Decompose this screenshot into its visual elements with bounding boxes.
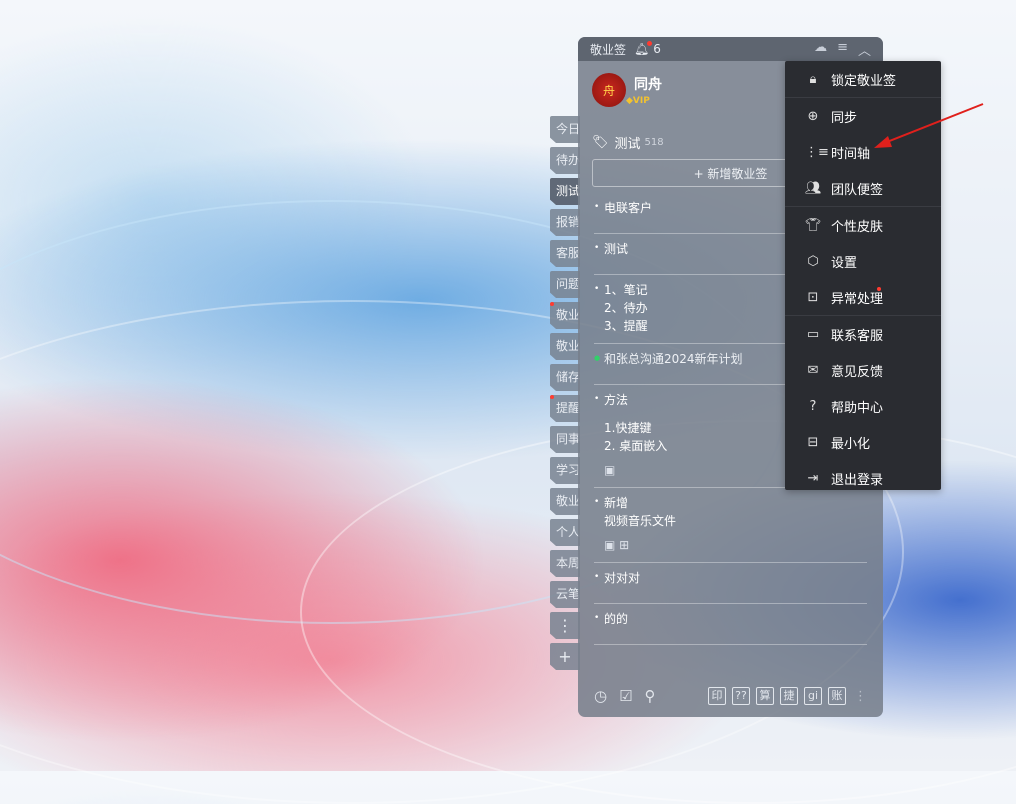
- side-tabs: 今日 待办 测试 报销 客服 问题 敬业 敬业 储存 提醒 同事 学习 敬业 个人 本周 云笔 ⋮ +: [550, 116, 580, 674]
- side-tab-3[interactable]: 报销: [550, 209, 580, 236]
- search-icon[interactable]: ⚲: [645, 687, 656, 705]
- more-icon[interactable]: ⋮: [854, 689, 867, 704]
- menu-item-label: 退出登录: [831, 472, 884, 488]
- tool-button-3[interactable]: 捷: [780, 687, 798, 705]
- menu-item-label: 最小化: [831, 436, 871, 452]
- help-icon: ?: [809, 398, 817, 414]
- tool-button-2[interactable]: 算: [756, 687, 774, 705]
- chevron-up-icon[interactable]: ︿: [858, 40, 871, 59]
- menu-item-label: 设置: [831, 255, 858, 271]
- sync-icon: ⊕: [807, 108, 819, 124]
- tool-button-0[interactable]: 印: [708, 687, 726, 705]
- menu-item-repair[interactable]: ⊡ 异常处理: [785, 279, 941, 315]
- bookmark-icon: 🏷︎: [592, 134, 609, 150]
- chat-icon: ▭: [806, 326, 820, 342]
- note-line: 的的: [604, 612, 629, 626]
- note-line: 新增: [604, 496, 629, 510]
- side-tab-12[interactable]: 敬业: [550, 488, 580, 515]
- user-name: 同舟: [634, 77, 662, 93]
- side-tab-9[interactable]: 提醒: [550, 395, 580, 422]
- minimize-icon: ⊟: [807, 434, 819, 450]
- side-tab-13[interactable]: 个人: [550, 519, 580, 546]
- menu-item-minimize[interactable]: ⊟ 最小化: [785, 424, 941, 460]
- panel-footer: ◷ ☑ ⚲ 印?? 算捷 gi 账 ⋮: [578, 675, 883, 717]
- menu-item-help[interactable]: ? 帮助中心: [785, 388, 941, 424]
- menu-item-label: 锁定敬业签: [831, 73, 897, 89]
- section-title: 测试: [614, 136, 641, 152]
- section-count: 518: [644, 136, 664, 148]
- menu-item-label: 个性皮肤: [831, 219, 884, 235]
- more-tabs-button[interactable]: ⋮: [550, 612, 580, 639]
- note-item[interactable]: 对对对: [594, 563, 867, 604]
- check-box-icon[interactable]: ☑: [619, 687, 632, 705]
- lock-icon: 🔒︎: [809, 71, 817, 87]
- side-tab-6[interactable]: 敬业: [550, 302, 580, 329]
- menu-item-chat[interactable]: ▭ 联系客服: [785, 315, 941, 352]
- side-tab-8[interactable]: 储存: [550, 364, 580, 391]
- tool-button-4[interactable]: gi: [804, 687, 822, 705]
- menu-item-label: 意见反馈: [831, 364, 884, 380]
- menu-item-label: 时间轴: [831, 146, 871, 162]
- note-item[interactable]: 新增视频音乐文件 ▣ ⊞: [594, 488, 867, 563]
- menu-item-label: 帮助中心: [831, 400, 884, 416]
- menu-item-label: 联系客服: [831, 328, 884, 344]
- menu-item-team[interactable]: 👥︎ 团队便签: [785, 170, 941, 206]
- repair-icon: ⊡: [807, 289, 819, 305]
- menu-item-settings[interactable]: ⬡ 设置: [785, 243, 941, 279]
- side-tab-0[interactable]: 今日: [550, 116, 580, 143]
- side-tab-1[interactable]: 待办: [550, 147, 580, 174]
- mail-icon: ✉: [807, 362, 819, 378]
- side-tab-2[interactable]: 测试: [550, 178, 580, 205]
- cloud-icon[interactable]: ☁: [814, 40, 827, 59]
- tool-button-1[interactable]: ??: [732, 687, 750, 705]
- add-tab-button[interactable]: +: [550, 643, 580, 670]
- clock-icon[interactable]: ◷: [594, 687, 607, 705]
- alert-dot: [877, 287, 881, 291]
- side-tab-14[interactable]: 本周: [550, 550, 580, 577]
- avatar[interactable]: 舟: [592, 73, 626, 107]
- title-bar: 敬业签 🔔︎ 6 ☁ ≡ ︿: [578, 37, 883, 61]
- unread-dot: [550, 302, 554, 306]
- note-line: 对对对: [604, 571, 641, 585]
- menu-item-label: 团队便签: [831, 182, 884, 198]
- side-tab-10[interactable]: 同事: [550, 426, 580, 453]
- menu-item-label: 异常处理: [831, 291, 884, 307]
- menu-item-label: 同步: [831, 110, 858, 126]
- shirt-icon: 👕︎: [805, 217, 822, 233]
- note-line: 视频音乐文件: [604, 514, 677, 528]
- attachment-icon[interactable]: ▣ ⊞: [604, 536, 851, 554]
- side-tab-15[interactable]: 云笔: [550, 581, 580, 608]
- menu-item-shirt[interactable]: 👕︎ 个性皮肤: [785, 206, 941, 243]
- tool-button-5[interactable]: 账: [828, 687, 846, 705]
- menu-icon[interactable]: ≡: [837, 40, 848, 59]
- side-tab-4[interactable]: 客服: [550, 240, 580, 267]
- menu-item-mail[interactable]: ✉ 意见反馈: [785, 352, 941, 388]
- notification-count: 6: [653, 42, 661, 56]
- side-tab-5[interactable]: 问题: [550, 271, 580, 298]
- timeline-icon: ⋮≡: [805, 144, 829, 160]
- menu-item-lock[interactable]: 🔒︎ 锁定敬业签: [785, 61, 941, 97]
- team-icon: 👥︎: [805, 180, 822, 196]
- app-title: 敬业签: [590, 42, 627, 57]
- settings-icon: ⬡: [807, 253, 819, 269]
- vip-badge: ◆VIP: [626, 96, 650, 106]
- menu-item-logout[interactable]: ⇥ 退出登录: [785, 460, 941, 496]
- annotation-arrow: [874, 103, 984, 148]
- note-item[interactable]: 的的: [594, 604, 867, 645]
- side-tab-7[interactable]: 敬业: [550, 333, 580, 360]
- logout-icon: ⇥: [807, 470, 819, 486]
- bell-icon[interactable]: 🔔︎: [634, 41, 653, 56]
- unread-dot: [550, 395, 554, 399]
- side-tab-11[interactable]: 学习: [550, 457, 580, 484]
